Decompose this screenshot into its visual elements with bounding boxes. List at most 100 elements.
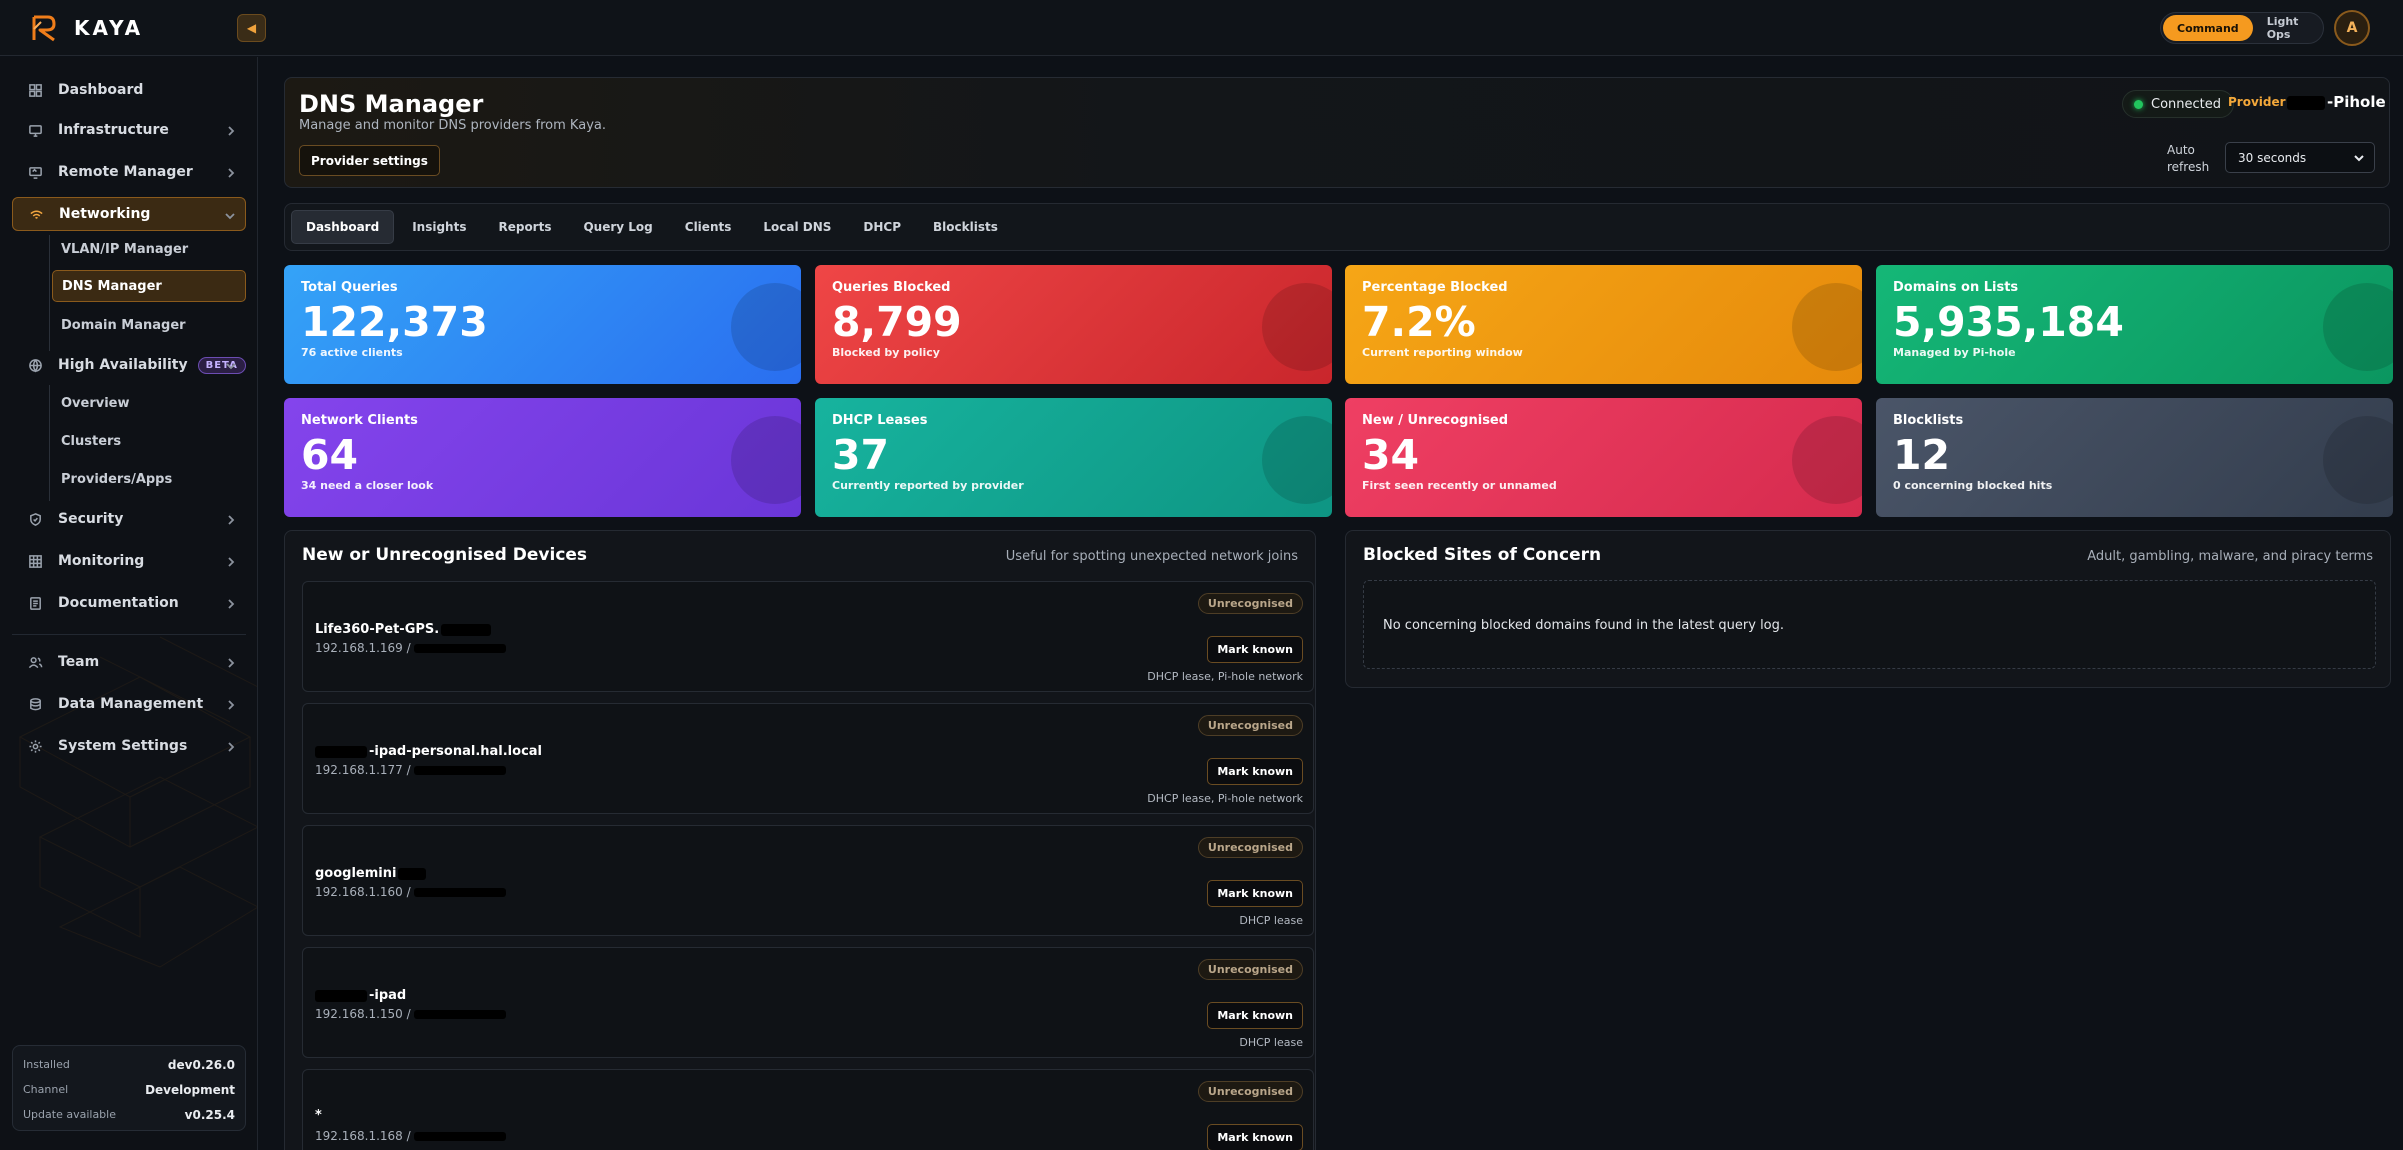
submenu-guide-line <box>49 385 50 501</box>
device-source: DHCP lease, Pi-hole network <box>1147 670 1303 683</box>
mark-known-button[interactable]: Mark known <box>1207 880 1303 907</box>
device-ip-text: 192.168.1.177 / <box>315 763 411 777</box>
brand[interactable]: KAYA <box>30 10 143 46</box>
device-name: * <box>315 1108 322 1123</box>
sidebar: Dashboard Infrastructure Remote Manager … <box>0 57 258 1150</box>
tab-insights[interactable]: Insights <box>398 210 480 244</box>
sidebar-item-label: Dashboard <box>58 82 144 98</box>
device-ip-text: 192.168.1.150 / <box>315 1007 411 1021</box>
sidebar-item-infrastructure[interactable]: Infrastructure <box>12 113 246 147</box>
stat-title: Network Clients <box>301 413 418 428</box>
tab-local-dns[interactable]: Local DNS <box>749 210 845 244</box>
sidebar-item-team[interactable]: Team <box>12 645 246 679</box>
device-ip: 192.168.1.177 / <box>315 763 506 777</box>
version-info: Installed dev0.26.0 Channel Development Up… <box>12 1045 246 1131</box>
redacted-block <box>2287 95 2325 110</box>
stat-value: 12 <box>1893 431 1951 479</box>
sidebar-subitem-providers-apps[interactable]: Providers/Apps <box>52 463 246 495</box>
sidebar-collapse-button[interactable]: ◀ <box>237 14 266 42</box>
mark-known-button[interactable]: Mark known <box>1207 636 1303 663</box>
device-source: DHCP lease <box>1239 914 1303 927</box>
sidebar-item-label: Remote Manager <box>58 164 193 180</box>
sidebar-subitem-vlan-ip-manager[interactable]: VLAN/IP Manager <box>52 233 246 265</box>
device-name-text: * <box>315 1108 322 1123</box>
device-name: Life360-Pet-GPS. <box>315 622 492 637</box>
device-card: googlemini 192.168.1.160 / Unrecognised … <box>302 825 1314 936</box>
sidebar-divider <box>12 634 246 635</box>
mark-known-button[interactable]: Mark known <box>1207 1002 1303 1029</box>
redacted-block <box>413 643 506 653</box>
stat-subtitle: 76 active clients <box>301 346 403 359</box>
unrecognised-badge: Unrecognised <box>1197 959 1303 980</box>
sidebar-item-high-availability[interactable]: High Availability BETA <box>12 348 246 382</box>
empty-state-text: No concerning blocked domains found in t… <box>1383 618 1785 633</box>
chevron-right-icon <box>224 655 238 669</box>
provider-label: Provider <box>2228 95 2286 109</box>
status-dot-icon <box>2134 99 2143 109</box>
unrecognised-badge: Unrecognised <box>1197 715 1303 736</box>
tab-dhcp[interactable]: DHCP <box>849 210 915 244</box>
monitor-icon <box>26 121 44 139</box>
sidebar-subitem-overview[interactable]: Overview <box>52 387 246 419</box>
sidebar-subitem-dns-manager[interactable]: DNS Manager <box>52 270 246 302</box>
mark-known-button[interactable]: Mark known <box>1207 1124 1303 1150</box>
sidebar-item-security[interactable]: Security <box>12 502 246 536</box>
device-name: -ipad <box>315 988 406 1003</box>
mode-light-ops-button[interactable]: Light Ops <box>2253 15 2321 41</box>
redacted-block <box>441 623 492 636</box>
sidebar-item-remote-manager[interactable]: Remote Manager <box>12 155 246 189</box>
sidebar-item-label: Documentation <box>58 595 179 611</box>
sidebar-item-system-settings[interactable]: System Settings <box>12 729 246 763</box>
tab-blocklists[interactable]: Blocklists <box>919 210 1012 244</box>
chevron-down-icon <box>224 358 238 372</box>
stat-value: 122,373 <box>301 298 488 346</box>
remote-desktop-icon <box>26 163 44 181</box>
connection-status-text: Connected <box>2151 96 2222 112</box>
tab-dashboard[interactable]: Dashboard <box>291 210 395 244</box>
device-name-text: -ipad-personal.hal.local <box>369 744 542 759</box>
dns-tabs: Dashboard Insights Reports Query Log Cli… <box>284 203 2390 251</box>
chevron-down-icon <box>223 208 237 222</box>
stat-domains-on-lists: Domains on Lists 5,935,184 Managed by Pi… <box>1876 265 2393 384</box>
mode-command-button[interactable]: Command <box>2163 15 2253 41</box>
user-avatar[interactable]: A <box>2334 10 2370 46</box>
sidebar-item-label: Security <box>58 511 124 527</box>
tab-query-log[interactable]: Query Log <box>569 210 666 244</box>
brand-name: KAYA <box>74 16 144 40</box>
sidebar-item-documentation[interactable]: Documentation <box>12 586 246 620</box>
kaya-logo-icon <box>32 15 56 42</box>
sidebar-item-dashboard[interactable]: Dashboard <box>12 73 246 107</box>
sidebar-item-label: Team <box>58 654 100 670</box>
wifi-icon <box>27 205 45 223</box>
device-ip: 192.168.1.169 / <box>315 641 506 655</box>
stat-title: DHCP Leases <box>832 413 928 428</box>
stat-blocklists: Blocklists 12 0 concerning blocked hits <box>1876 398 2393 517</box>
sidebar-item-monitoring[interactable]: Monitoring <box>12 544 246 578</box>
channel-value: Development <box>145 1082 235 1097</box>
sidebar-item-data-management[interactable]: Data Management <box>12 687 246 721</box>
tab-reports[interactable]: Reports <box>484 210 565 244</box>
auto-refresh-value: 30 seconds <box>2238 150 2307 165</box>
provider-settings-button[interactable]: Provider settings <box>299 145 440 176</box>
auto-refresh-select[interactable]: 30 seconds <box>2225 142 2375 173</box>
provider-name-text: -Pihole <box>2327 93 2386 111</box>
update-version[interactable]: v0.25.4 <box>185 1108 235 1122</box>
stat-dhcp-leases: DHCP Leases 37 Currently reported by pro… <box>815 398 1332 517</box>
sidebar-subitem-domain-manager[interactable]: Domain Manager <box>52 309 246 341</box>
sidebar-item-networking[interactable]: Networking <box>12 197 246 231</box>
device-card: -ipad-personal.hal.local 192.168.1.177 /… <box>302 703 1314 814</box>
chevron-left-icon: ◀ <box>246 21 257 35</box>
tab-clients[interactable]: Clients <box>671 210 746 244</box>
auto-refresh-label: Auto refresh <box>2167 143 2210 174</box>
redacted-block <box>413 1131 506 1141</box>
stat-subtitle: Managed by Pi-hole <box>1893 346 2016 359</box>
device-ip-text: 192.168.1.160 / <box>315 885 411 899</box>
mark-known-button[interactable]: Mark known <box>1207 758 1303 785</box>
shield-icon <box>26 510 44 528</box>
panel-hint: Useful for spotting unexpected network j… <box>1005 549 1298 564</box>
sidebar-subitem-clusters[interactable]: Clusters <box>52 425 246 457</box>
submenu-guide-line <box>49 235 50 351</box>
stat-title: Queries Blocked <box>832 280 951 295</box>
chevron-right-icon <box>224 123 238 137</box>
grid-icon <box>26 81 44 99</box>
